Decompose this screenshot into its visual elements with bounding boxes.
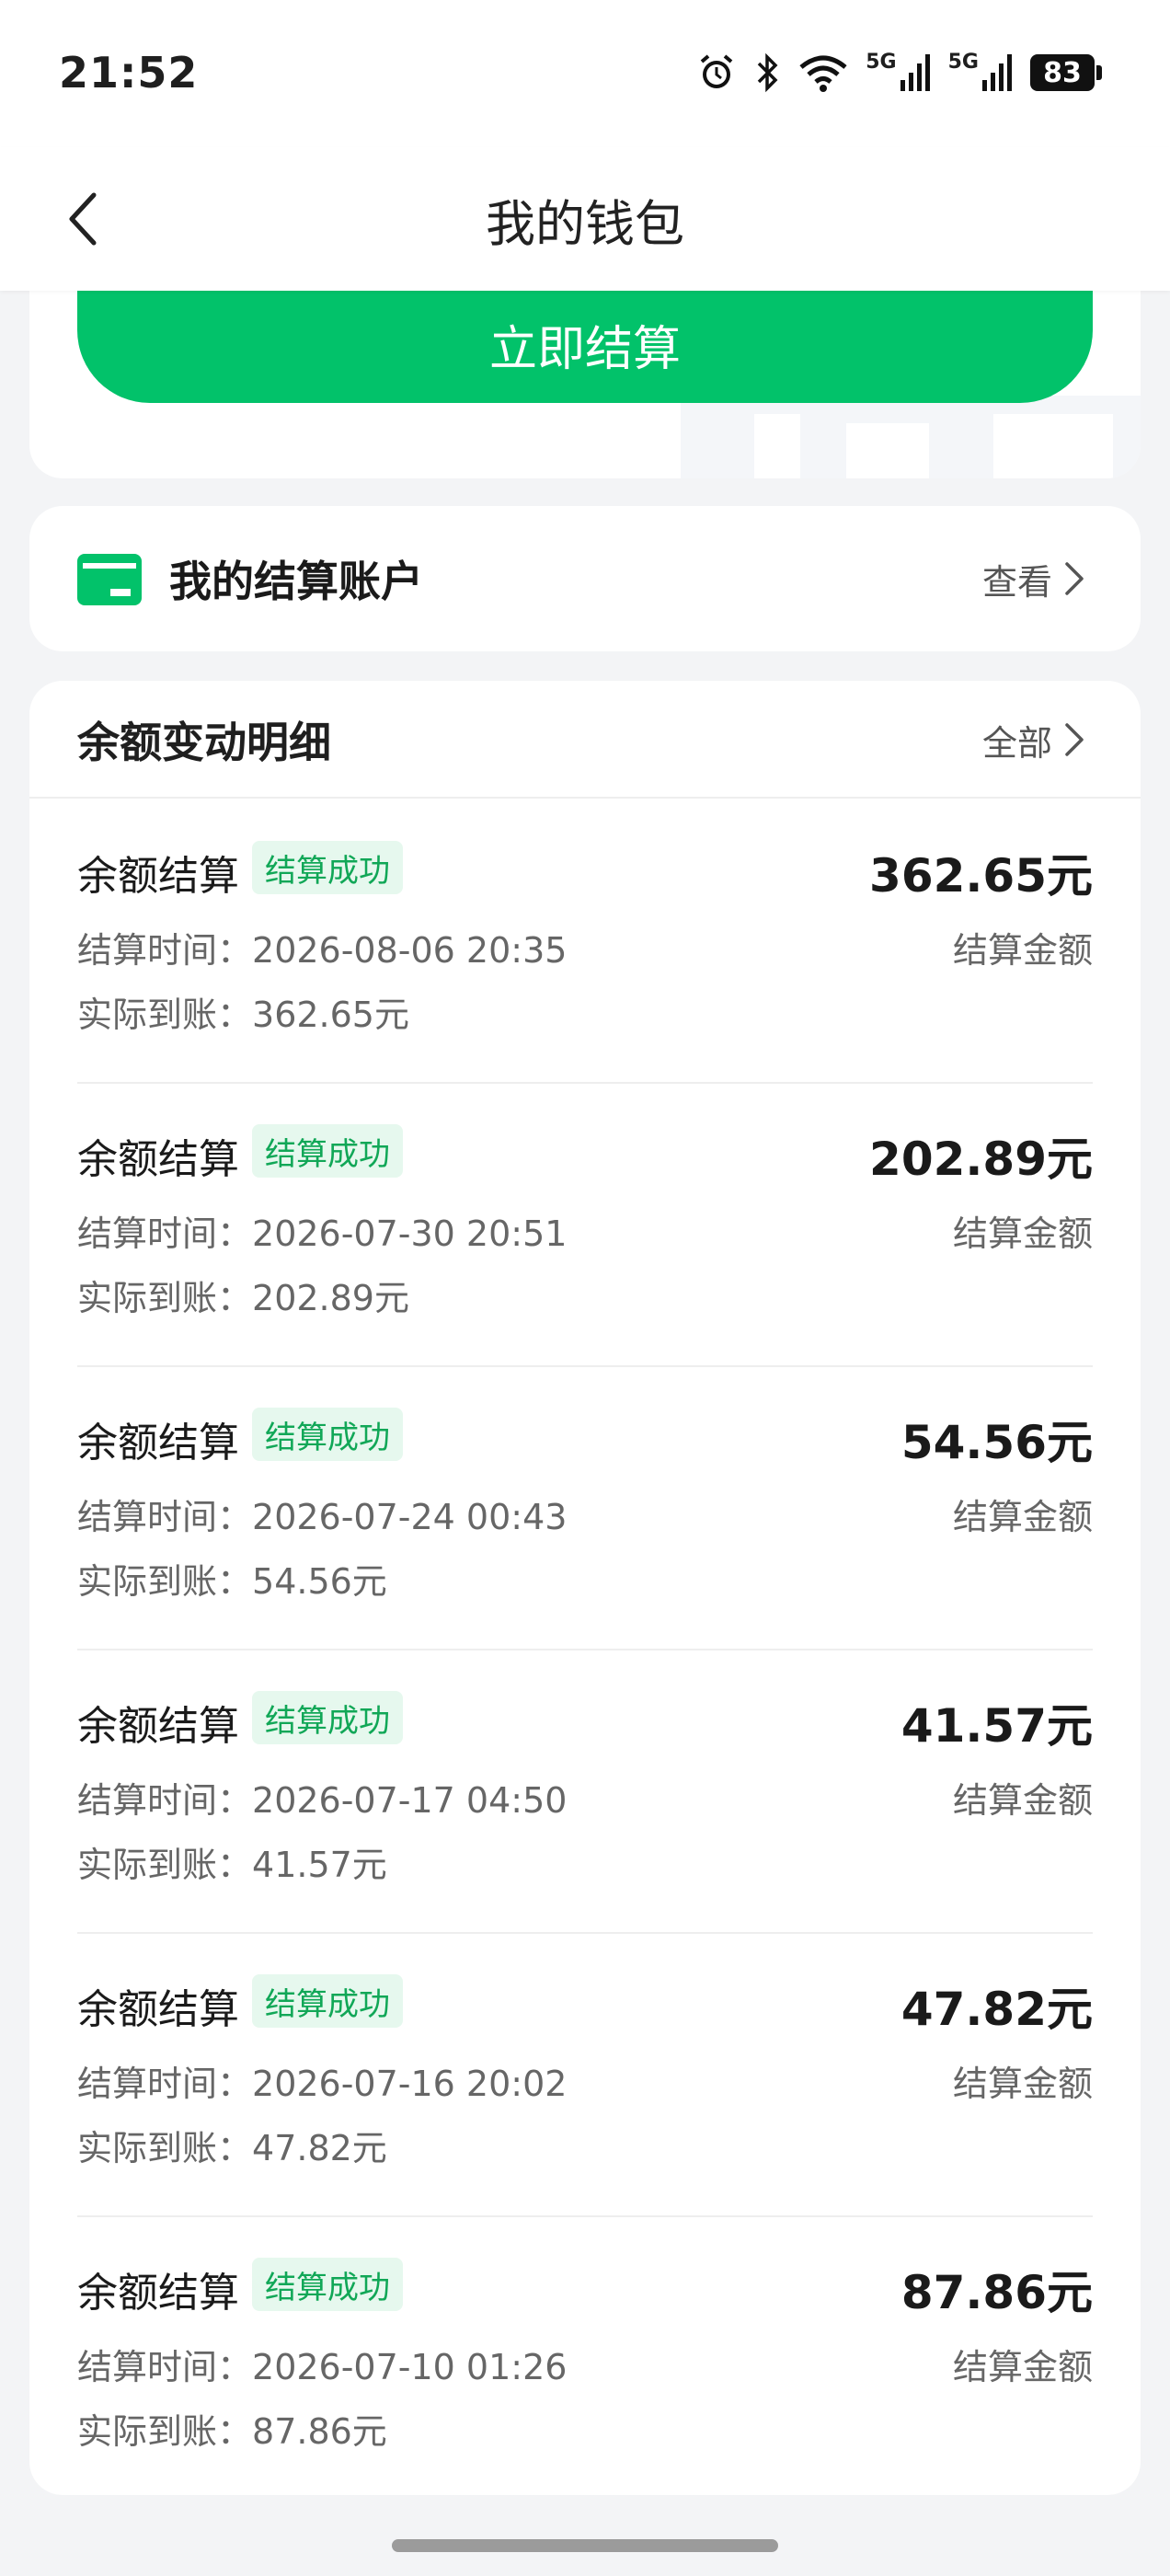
settle-amount-label: 结算金额 xyxy=(952,1497,1093,1537)
details-title: 余额变动明细 xyxy=(77,718,331,767)
filter-all-link[interactable]: 全部 xyxy=(982,681,1085,799)
list-item[interactable]: 余额结算 结算成功 结算时间：2026-07-17 04:50 实际到账：41.… xyxy=(77,1650,1093,1934)
record-type: 余额结算 xyxy=(77,1986,239,2033)
settle-time-label: 结算时间： xyxy=(77,1213,253,1254)
net-type-label: 5G xyxy=(947,51,979,74)
received-amount: 实际到账：362.65元 xyxy=(77,986,409,1037)
record-type: 余额结算 xyxy=(77,1420,239,1466)
signal-2: 5G xyxy=(948,52,1014,93)
view-label: 查看 xyxy=(981,561,1052,603)
wallet-page: 21:52 5G 5G 83 立即结算 我的钱包 我的结算账户 查看 余额变动明… xyxy=(0,0,1170,2576)
received-amount: 实际到账：54.56元 xyxy=(77,1553,387,1604)
received-label: 实际到账： xyxy=(77,2411,253,2452)
received-label: 实际到账： xyxy=(77,995,253,1035)
record-type: 余额结算 xyxy=(77,853,239,900)
list-item[interactable]: 余额结算 结算成功 结算时间：2026-07-16 20:02 实际到账：47.… xyxy=(77,1934,1093,2217)
settle-time: 结算时间：2026-07-16 20:02 xyxy=(77,2055,567,2106)
settle-amount: 41.57元 xyxy=(900,1699,1093,1753)
settle-amount: 54.56元 xyxy=(900,1416,1093,1469)
chevron-right-icon xyxy=(1065,562,1084,595)
status-badge: 结算成功 xyxy=(252,2258,403,2311)
settle-amount: 87.86元 xyxy=(900,2266,1093,2319)
settle-amount: 202.89元 xyxy=(869,1133,1093,1186)
settle-time: 结算时间：2026-07-24 00:43 xyxy=(77,1489,567,1539)
alarm-icon xyxy=(700,54,733,88)
settle-amount-label: 结算金额 xyxy=(952,2064,1093,2104)
settle-time-value: 2026-07-24 00:43 xyxy=(252,1497,568,1537)
net-type-label: 5G xyxy=(866,51,897,74)
settle-amount: 362.65元 xyxy=(869,849,1093,903)
settle-time-label: 结算时间： xyxy=(77,2347,253,2387)
signal-icon xyxy=(900,54,930,91)
chevron-right-icon xyxy=(1065,723,1084,756)
page-title: 我的钱包 xyxy=(486,194,684,253)
settle-time-value: 2026-07-16 20:02 xyxy=(252,2064,568,2104)
received-amount: 实际到账：202.89元 xyxy=(77,1270,409,1320)
settle-time: 结算时间：2026-07-30 20:51 xyxy=(77,1205,567,1256)
settle-time-value: 2026-08-06 20:35 xyxy=(252,930,568,971)
settle-amount-label: 结算金额 xyxy=(952,2347,1093,2387)
nav-bar: 我的钱包 xyxy=(0,147,1170,291)
received-value: 54.56元 xyxy=(252,1561,387,1602)
settle-amount-label: 结算金额 xyxy=(952,1213,1093,1254)
settle-time: 结算时间：2026-07-17 04:50 xyxy=(77,1772,567,1823)
status-badge: 结算成功 xyxy=(252,841,403,894)
settle-time-label: 结算时间： xyxy=(77,2064,253,2104)
status-time: 21:52 xyxy=(59,48,199,98)
balance-details-card: 余额变动明细 全部 余额结算 结算成功 结算时间：2026-08-06 20:3… xyxy=(29,681,1141,2495)
received-label: 实际到账： xyxy=(77,1278,253,1318)
status-badge: 结算成功 xyxy=(252,1974,403,2028)
status-badge: 结算成功 xyxy=(252,1408,403,1461)
received-value: 47.82元 xyxy=(252,2128,387,2168)
received-label: 实际到账： xyxy=(77,2128,253,2168)
received-value: 362.65元 xyxy=(252,995,409,1035)
received-label: 实际到账： xyxy=(77,1561,253,1602)
settlement-account-row[interactable]: 我的结算账户 查看 xyxy=(29,506,1141,651)
settle-time-label: 结算时间： xyxy=(77,930,253,971)
status-icons: 5G 5G 83 xyxy=(696,52,1102,94)
settle-time-value: 2026-07-17 04:50 xyxy=(252,1780,568,1821)
battery-icon: 83 xyxy=(1030,54,1102,91)
received-amount: 实际到账：47.82元 xyxy=(77,2120,387,2170)
settle-time-label: 结算时间： xyxy=(77,1497,253,1537)
balance-card: 立即结算 xyxy=(29,258,1141,478)
home-indicator[interactable] xyxy=(392,2539,778,2552)
status-bar: 21:52 5G 5G 83 xyxy=(0,0,1170,147)
all-label: 全部 xyxy=(981,722,1052,764)
received-amount: 实际到账：87.86元 xyxy=(77,2403,387,2454)
settle-amount-label: 结算金额 xyxy=(952,1780,1093,1821)
settle-time: 结算时间：2026-07-10 01:26 xyxy=(77,2339,567,2389)
received-label: 实际到账： xyxy=(77,1845,253,1885)
settle-time-value: 2026-07-30 20:51 xyxy=(252,1213,568,1254)
received-amount: 实际到账：41.57元 xyxy=(77,1836,387,1887)
wifi-icon xyxy=(799,55,847,92)
view-account-link[interactable]: 查看 xyxy=(982,506,1085,651)
status-badge: 结算成功 xyxy=(252,1691,403,1744)
record-type: 余额结算 xyxy=(77,1136,239,1183)
details-header: 余额变动明细 全部 xyxy=(29,681,1141,799)
settle-time-value: 2026-07-10 01:26 xyxy=(252,2347,568,2387)
list-item[interactable]: 余额结算 结算成功 结算时间：2026-07-24 00:43 实际到账：54.… xyxy=(77,1367,1093,1650)
record-type: 余额结算 xyxy=(77,1703,239,1750)
signal-icon xyxy=(982,54,1012,91)
list-item[interactable]: 余额结算 结算成功 结算时间：2026-08-06 20:35 实际到账：362… xyxy=(77,800,1093,1084)
received-value: 202.89元 xyxy=(252,1278,409,1318)
settle-time: 结算时间：2026-08-06 20:35 xyxy=(77,922,567,972)
received-value: 41.57元 xyxy=(252,1845,387,1885)
list-item[interactable]: 余额结算 结算成功 结算时间：2026-07-10 01:26 实际到账：87.… xyxy=(77,2217,1093,2501)
received-value: 87.86元 xyxy=(252,2411,387,2452)
status-badge: 结算成功 xyxy=(252,1124,403,1178)
record-type: 余额结算 xyxy=(77,2270,239,2317)
signal-1: 5G xyxy=(866,52,931,93)
settle-amount: 47.82元 xyxy=(900,1983,1093,2036)
settle-time-label: 结算时间： xyxy=(77,1780,253,1821)
list-item[interactable]: 余额结算 结算成功 结算时间：2026-07-30 20:51 实际到账：202… xyxy=(77,1084,1093,1367)
bluetooth-icon xyxy=(758,52,778,93)
card-icon xyxy=(77,554,142,605)
settle-amount-label: 结算金额 xyxy=(952,930,1093,971)
settlement-account-title: 我的结算账户 xyxy=(169,557,423,606)
